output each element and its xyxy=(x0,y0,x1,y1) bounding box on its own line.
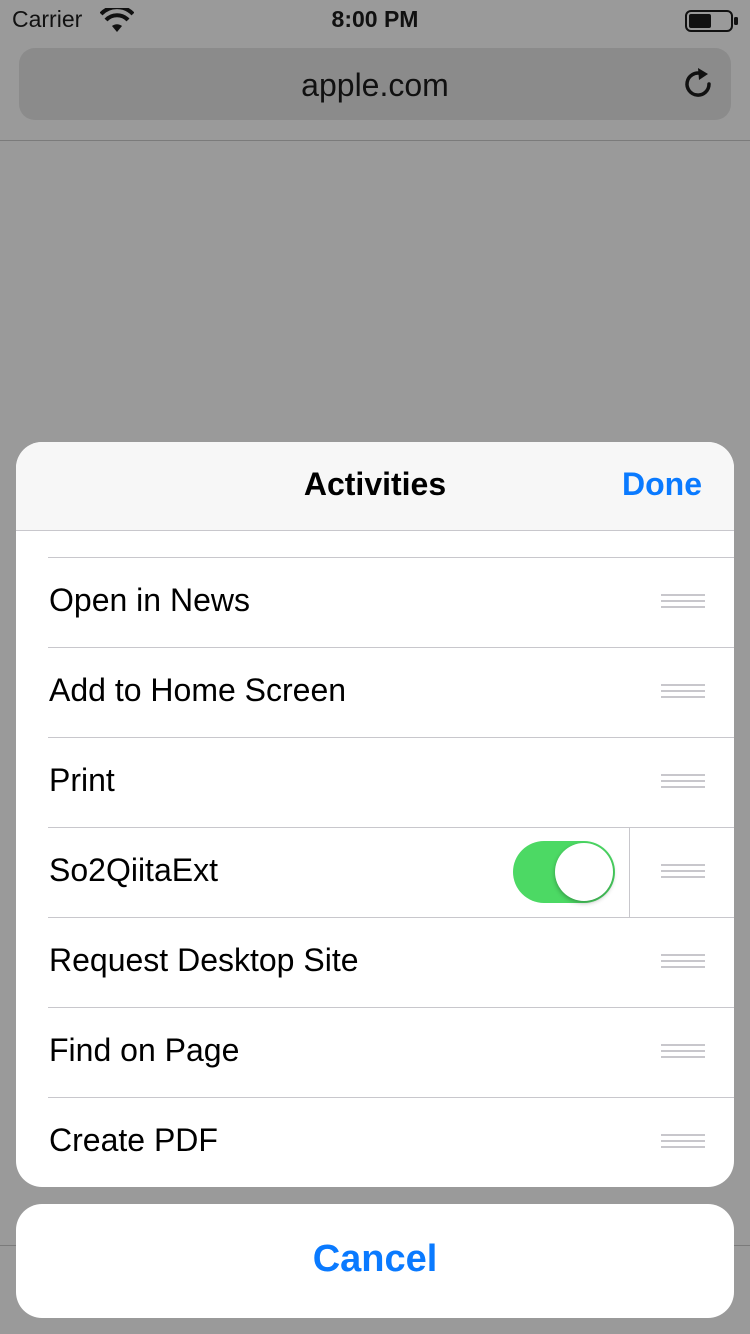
reload-icon[interactable] xyxy=(681,67,715,101)
activities-list[interactable]: Open in News Add to Home Screen Print So… xyxy=(16,531,734,1187)
list-item-label: So2QiitaExt xyxy=(49,852,218,888)
list-item-label: Create PDF xyxy=(49,1122,218,1158)
reorder-handle-icon[interactable] xyxy=(661,864,705,881)
toolbar-divider xyxy=(0,140,750,141)
sheet-header: Activities Done xyxy=(16,442,734,531)
list-item-add-to-home-screen[interactable]: Add to Home Screen xyxy=(48,648,734,738)
row-divider xyxy=(629,828,630,917)
clock: 8:00 PM xyxy=(331,6,419,32)
list-item-partial xyxy=(48,531,734,558)
list-item-find-on-page[interactable]: Find on Page xyxy=(48,1008,734,1098)
reorder-handle-icon[interactable] xyxy=(661,1134,705,1151)
status-bar: Carrier 8:00 PM xyxy=(0,0,750,40)
cancel-label: Cancel xyxy=(312,1238,438,1280)
done-button[interactable]: Done xyxy=(622,466,702,503)
address-bar[interactable]: apple.com xyxy=(19,48,731,120)
list-item-request-desktop-site[interactable]: Request Desktop Site xyxy=(48,918,734,1008)
reorder-handle-icon[interactable] xyxy=(661,774,705,791)
list-item-so2qiitaext[interactable]: So2QiitaExt xyxy=(48,828,734,918)
list-item-label: Open in News xyxy=(49,582,250,618)
reorder-handle-icon[interactable] xyxy=(661,1044,705,1061)
url-text: apple.com xyxy=(301,67,449,103)
activities-sheet: Activities Done Open in News Add to Home… xyxy=(16,442,734,1187)
list-item-create-pdf[interactable]: Create PDF xyxy=(48,1098,734,1187)
list-item-label: Add to Home Screen xyxy=(49,672,347,708)
cancel-button[interactable]: Cancel xyxy=(16,1204,734,1318)
toggle-knob xyxy=(555,843,613,901)
list-item-label: Find on Page xyxy=(49,1032,240,1068)
reorder-handle-icon[interactable] xyxy=(661,954,705,971)
reorder-handle-icon[interactable] xyxy=(661,684,705,701)
list-item-open-in-news[interactable]: Open in News xyxy=(48,558,734,648)
list-item-label: Print xyxy=(49,762,115,798)
so2qiitaext-toggle[interactable] xyxy=(513,841,615,903)
battery-icon xyxy=(685,10,738,32)
list-item-print[interactable]: Print xyxy=(48,738,734,828)
list-item-label: Request Desktop Site xyxy=(49,942,359,978)
reorder-handle-icon[interactable] xyxy=(661,594,705,611)
